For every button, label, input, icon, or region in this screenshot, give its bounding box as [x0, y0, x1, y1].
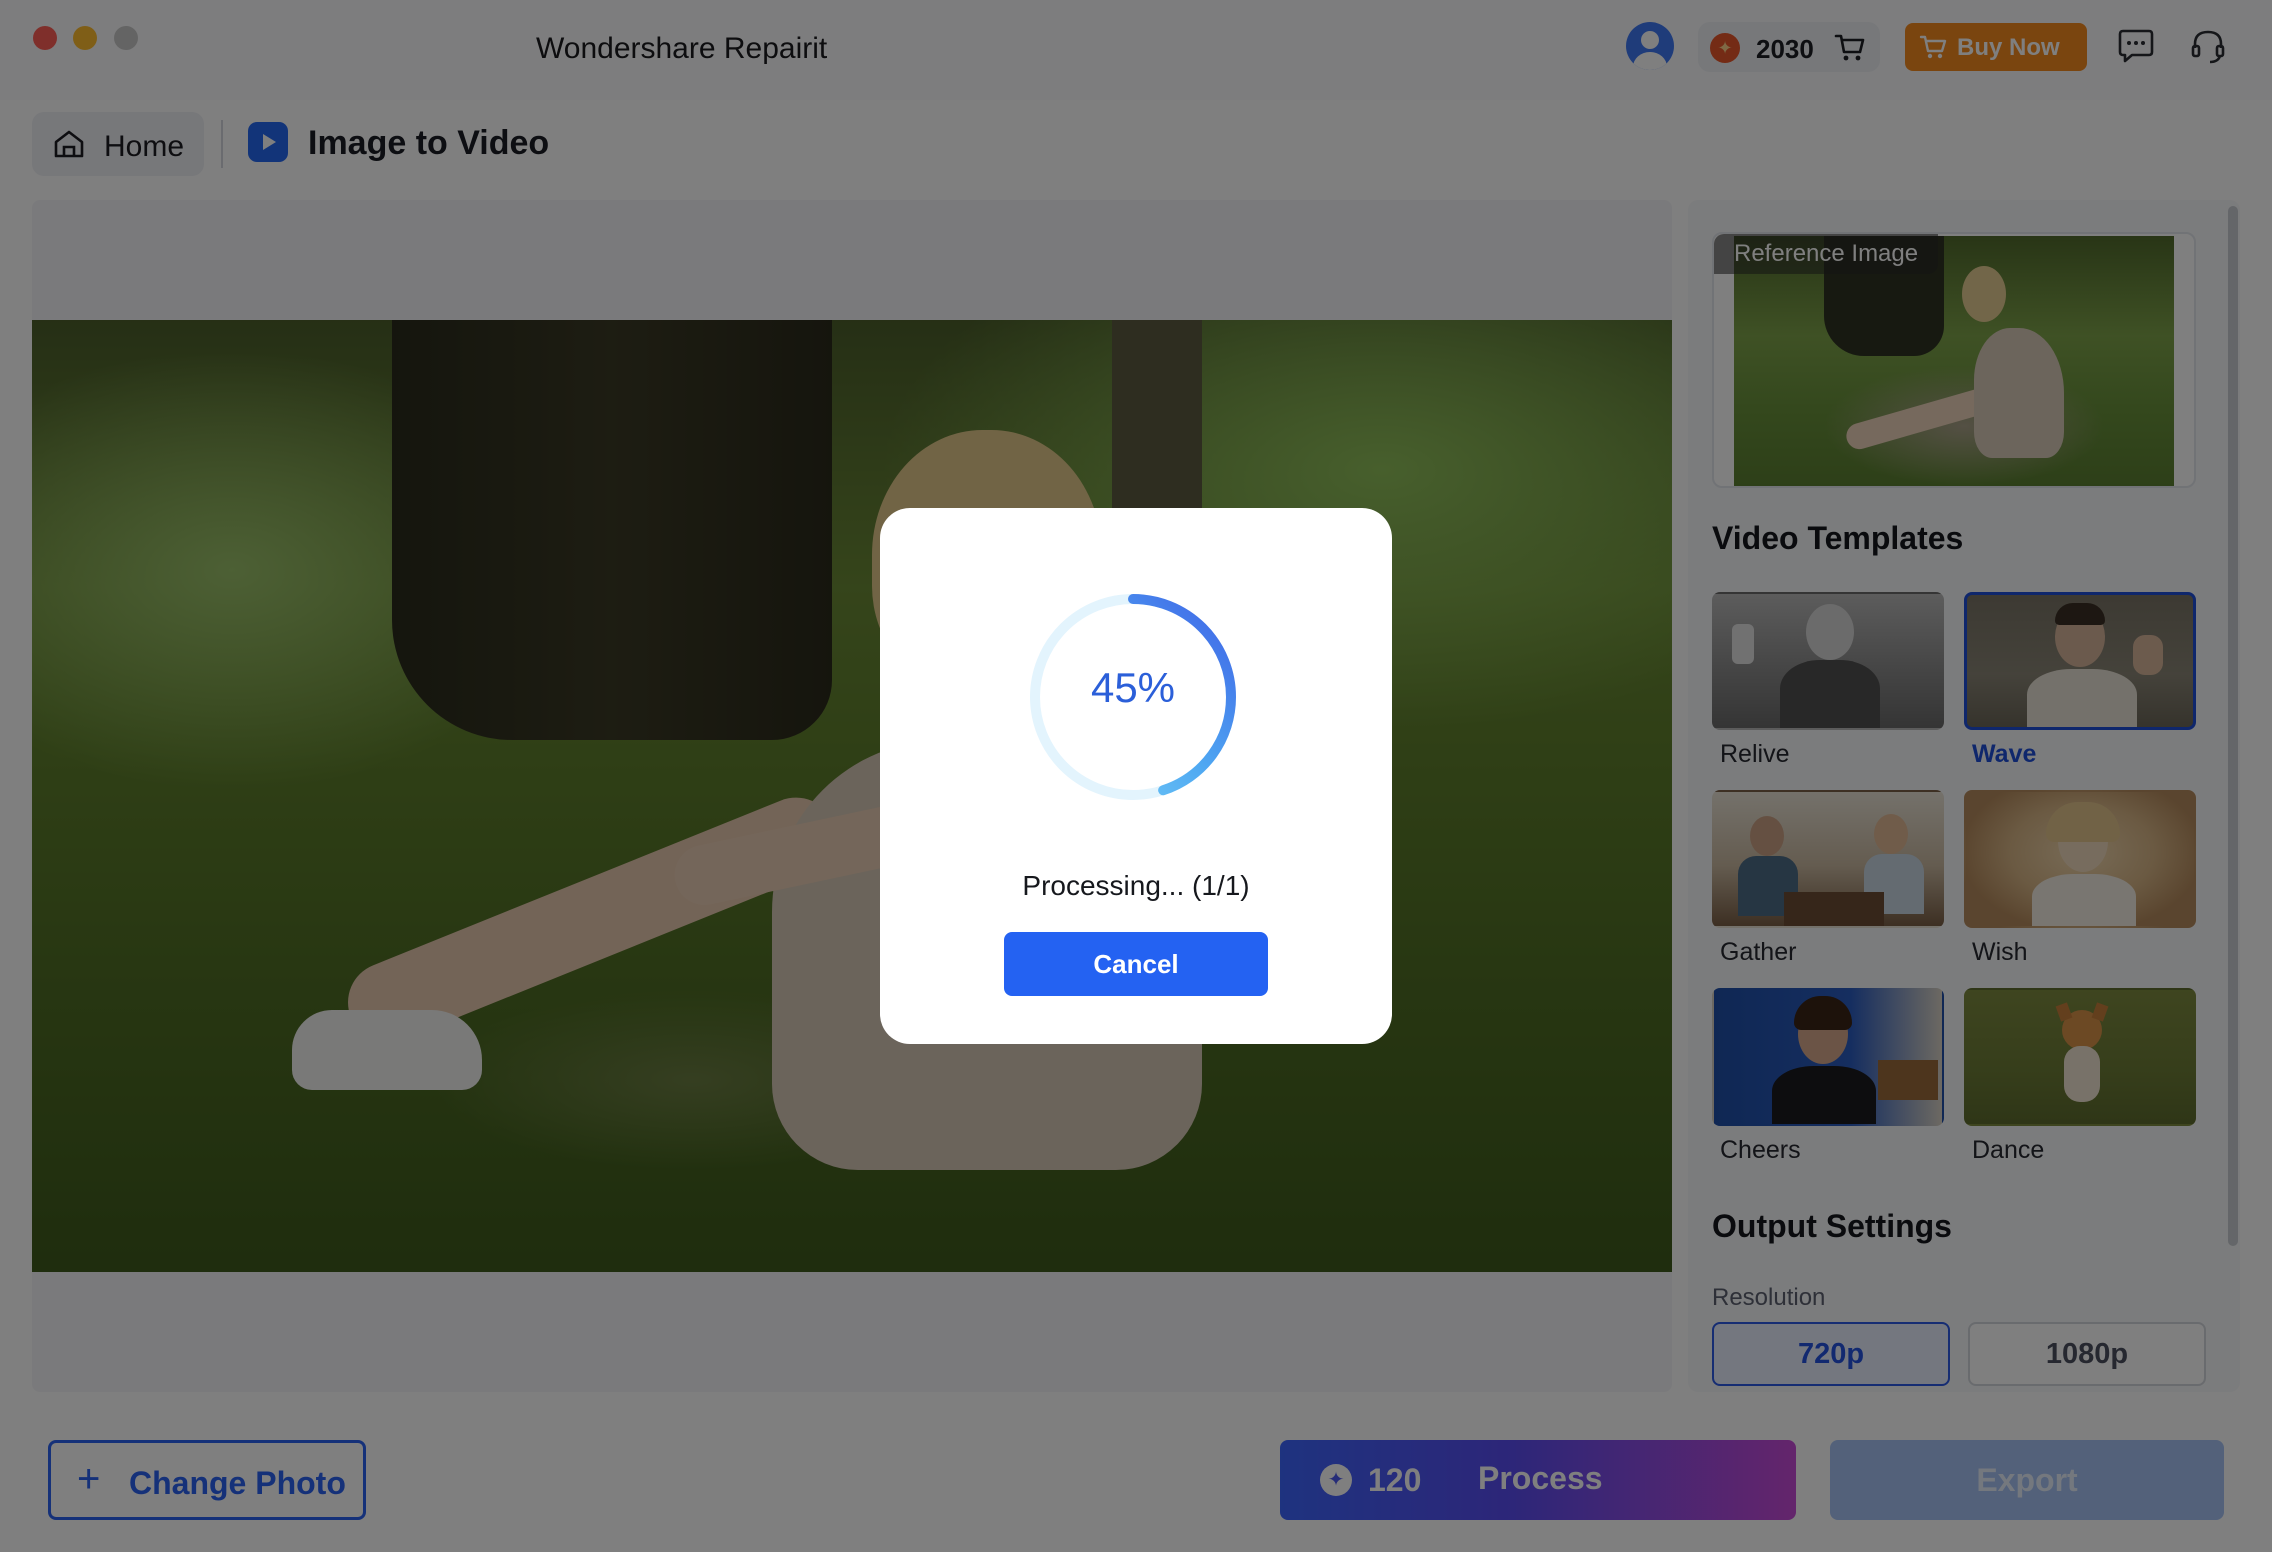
- cancel-button[interactable]: Cancel: [1004, 932, 1268, 996]
- app-window: Wondershare Repairit ✦ 2030 Buy Now: [0, 0, 2272, 1552]
- progress-percent: 45%: [1090, 664, 1176, 711]
- processing-status: Processing... (1/1): [1022, 870, 1250, 901]
